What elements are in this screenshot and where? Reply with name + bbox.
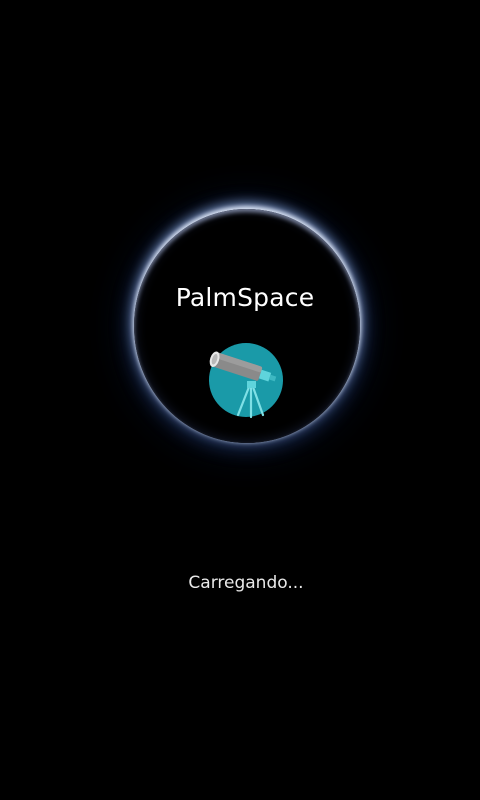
telescope-icon bbox=[209, 343, 283, 419]
loading-status-text: Carregando... bbox=[188, 573, 304, 593]
app-title: PalmSpace bbox=[175, 283, 315, 312]
splash-screen: PalmSpace Carregando... bbox=[0, 0, 480, 800]
